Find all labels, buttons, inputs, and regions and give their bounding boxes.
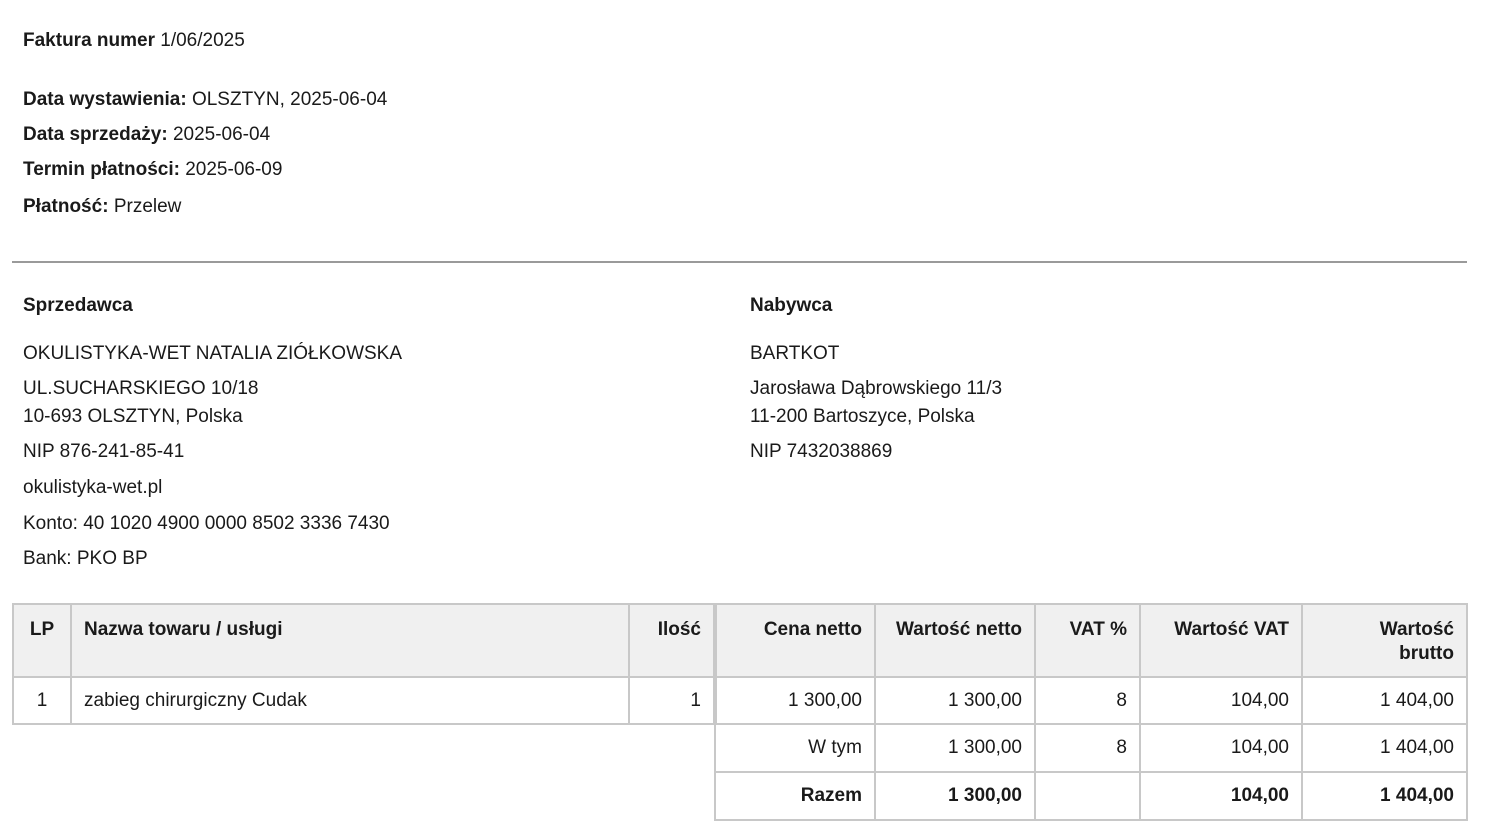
issue-date-value: OLSZTYN, 2025-06-04	[191, 89, 388, 110]
cell-qty: 1	[628, 676, 717, 725]
sale-date-label: Data sprzedaży:	[23, 124, 168, 145]
invoice-number-label: Faktura numer	[23, 30, 155, 51]
col-header-gross-value: Wartość brutto	[1301, 603, 1468, 678]
col-header-net-value: Wartość netto	[874, 603, 1036, 678]
buyer-nip: NIP 7432038869	[750, 441, 893, 462]
table-row: 1 zabieg chirurgiczny Cudak 1 1 300,00 1…	[12, 676, 1468, 725]
seller-street: UL.SUCHARSKIEGO 10/18	[23, 378, 259, 399]
col-header-qty: Ilość	[628, 603, 717, 678]
total-vat-rate	[1034, 771, 1141, 821]
including-spacer	[13, 724, 715, 772]
col-header-lp: LP	[12, 603, 72, 678]
col-header-vat-value: Wartość VAT	[1139, 603, 1303, 678]
total-gross-value: 1 404,00	[1301, 771, 1468, 821]
seller-name: OKULISTYKA-WET NATALIA ZIÓŁKOWSKA	[23, 343, 403, 364]
buyer-title: Nabywca	[750, 295, 833, 316]
seller-title: Sprzedawca	[23, 295, 133, 316]
seller-account: Konto: 40 1020 4900 0000 8502 3336 7430	[23, 513, 390, 534]
including-vat-rate: 8	[1034, 723, 1141, 773]
due-date-label: Termin płatności:	[23, 159, 180, 180]
due-date-line: Termin płatności: 2025-06-09	[23, 159, 282, 181]
buyer-street: Jarosława Dąbrowskiego 11/3	[750, 378, 1003, 399]
cell-net-value: 1 300,00	[874, 676, 1036, 725]
cell-vat-rate: 8	[1034, 676, 1141, 725]
payment-line: Płatność: Przelew	[23, 196, 181, 218]
sale-date-line: Data sprzedaży: 2025-06-04	[23, 124, 270, 146]
seller-city: 10-693 OLSZTYN, Polska	[23, 406, 243, 427]
col-header-net-price: Cena netto	[714, 603, 876, 678]
total-vat-value: 104,00	[1139, 771, 1303, 821]
cell-net-price: 1 300,00	[714, 676, 876, 725]
including-gross-value: 1 404,00	[1301, 723, 1468, 773]
seller-nip: NIP 876-241-85-41	[23, 441, 185, 462]
col-header-name: Nazwa towaru / usługi	[70, 603, 630, 678]
total-net-value: 1 300,00	[874, 771, 1036, 821]
sale-date-value: 2025-06-04	[172, 124, 271, 145]
seller-website: okulistyka-wet.pl	[23, 477, 163, 498]
including-label: W tym	[714, 723, 876, 773]
including-vat-value: 104,00	[1139, 723, 1303, 773]
items-table: LP Nazwa towaru / usługi Ilość Cena nett…	[12, 603, 1468, 821]
due-date-value: 2025-06-09	[185, 159, 283, 180]
payment-label: Płatność:	[23, 196, 109, 217]
col-header-gross-line2: brutto	[1399, 643, 1454, 664]
invoice-page: Faktura numer 1/06/2025 Data wystawienia…	[0, 0, 1500, 840]
total-label: Razem	[714, 771, 876, 821]
total-row: Razem 1 300,00 104,00 1 404,00	[13, 771, 1468, 821]
invoice-number-line: Faktura numer 1/06/2025	[23, 30, 245, 52]
including-net-value: 1 300,00	[874, 723, 1036, 773]
header-divider	[12, 261, 1467, 263]
cell-lp: 1	[12, 676, 72, 725]
col-header-gross-line1: Wartość	[1379, 619, 1454, 640]
buyer-city: 11-200 Bartoszyce, Polska	[750, 406, 975, 427]
cell-vat-value: 104,00	[1139, 676, 1303, 725]
seller-bank: Bank: PKO BP	[23, 548, 148, 569]
including-row: W tym 1 300,00 8 104,00 1 404,00	[13, 723, 1468, 773]
payment-value: Przelew	[113, 196, 182, 217]
buyer-name: BARTKOT	[750, 343, 840, 364]
total-spacer	[13, 772, 715, 820]
invoice-number-value: 1/06/2025	[160, 30, 245, 51]
cell-gross-value: 1 404,00	[1301, 676, 1468, 725]
cell-name: zabieg chirurgiczny Cudak	[70, 676, 630, 725]
issue-date-label: Data wystawienia:	[23, 89, 187, 110]
issue-date-line: Data wystawienia: OLSZTYN, 2025-06-04	[23, 89, 387, 111]
table-header-row: LP Nazwa towaru / usługi Ilość Cena nett…	[12, 603, 1468, 678]
col-header-vat-rate: VAT %	[1034, 603, 1141, 678]
